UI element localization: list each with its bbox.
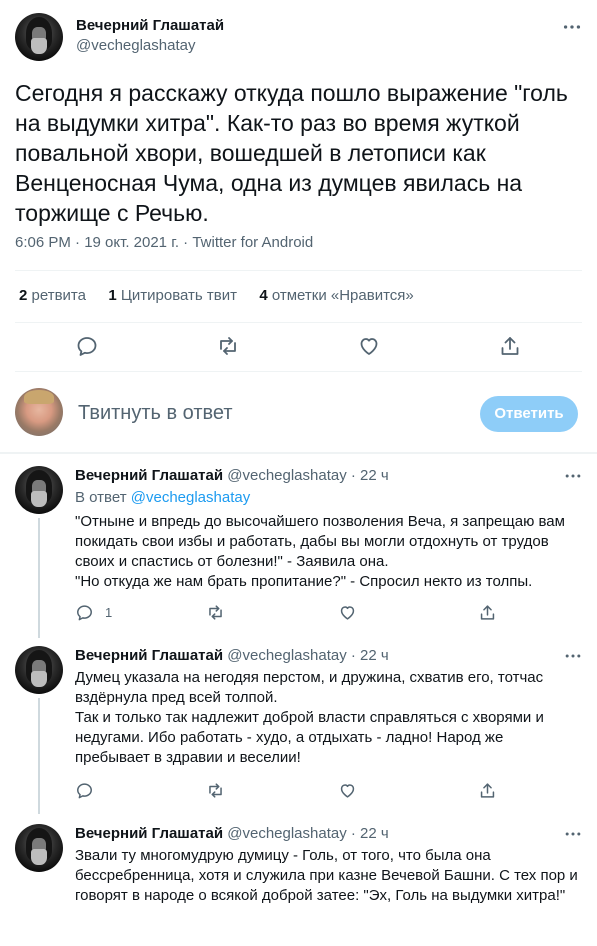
reply-button[interactable]: Ответить [480,396,578,432]
thread-line [38,698,40,814]
reply-author-name[interactable]: Вечерний Глашатай [75,647,223,664]
reply-avatar[interactable] [15,466,63,514]
reply-header: Вечерний Глашатай @vecheglashatay · 22 ч [75,467,389,484]
reply-text: Звали ту многомудрую думицу - Голь, от т… [75,847,578,904]
reply-icon[interactable] [75,781,94,800]
more-icon[interactable] [561,16,583,38]
reply-header: Вечерний Глашатай @vecheglashatay · 22 ч [75,647,389,664]
more-icon[interactable] [563,646,583,666]
tweet-timestamp[interactable]: 6:06 PM · 19 окт. 2021 г. · Twitter for … [15,234,313,251]
reply-header: Вечерний Глашатай @vecheglashatay · 22 ч [75,825,389,842]
reply-author-name[interactable]: Вечерний Глашатай [75,825,223,842]
reply-author-handle[interactable]: @vecheglashatay [227,647,346,664]
reply-time[interactable]: · 22 ч [351,825,389,842]
reply-avatar[interactable] [15,646,63,694]
tweet-text: Сегодня я расскажу откуда пошло выражени… [15,80,568,226]
divider [15,371,582,372]
reply-time[interactable]: · 22 ч [351,467,389,484]
divider [15,270,582,271]
user-avatar[interactable] [15,388,63,436]
reply-count: 1 [105,605,113,620]
tweet-stats: 2 ретвита 1 Цитировать твит 4 отметки «Н… [19,287,414,304]
reply-author-name[interactable]: Вечерний Глашатай [75,467,223,484]
quotes-stat[interactable]: 1 Цитировать твит [108,287,237,304]
likes-stat[interactable]: 4 отметки «Нравится» [259,287,413,304]
reply-author-handle[interactable]: @vecheglashatay [227,825,346,842]
retweets-stat[interactable]: 2 ретвита [19,287,86,304]
retweet-icon[interactable] [206,603,225,622]
thread-line [38,518,40,638]
section-separator [0,452,597,454]
more-icon[interactable] [563,824,583,844]
reply-icon[interactable] [75,334,99,358]
share-icon[interactable] [478,603,497,622]
reply-author-handle[interactable]: @vecheglashatay [227,467,346,484]
like-icon[interactable] [338,603,357,622]
reply-time[interactable]: · 22 ч [351,647,389,664]
like-icon[interactable] [357,334,381,358]
reply-text: "Отныне и впредь до высочайшего позволен… [75,513,565,590]
author-name[interactable]: Вечерний Глашатай [76,17,224,34]
divider [15,322,582,323]
retweet-icon[interactable] [206,781,225,800]
retweet-icon[interactable] [216,334,240,358]
share-icon[interactable] [498,334,522,358]
author-avatar[interactable] [15,13,63,61]
like-icon[interactable] [338,781,357,800]
share-icon[interactable] [478,781,497,800]
reply-avatar[interactable] [15,824,63,872]
more-icon[interactable] [563,466,583,486]
reply-icon[interactable] [75,603,94,622]
reply-text: Думец указала на негодяя перстом, и друж… [75,669,544,766]
reply-to-handle[interactable]: @vecheglashatay [131,489,250,506]
reply-input[interactable]: Твитнуть в ответ [78,402,233,425]
author-handle[interactable]: @vecheglashatay [76,37,195,54]
reply-to-line: В ответ @vecheglashatay [75,489,251,506]
